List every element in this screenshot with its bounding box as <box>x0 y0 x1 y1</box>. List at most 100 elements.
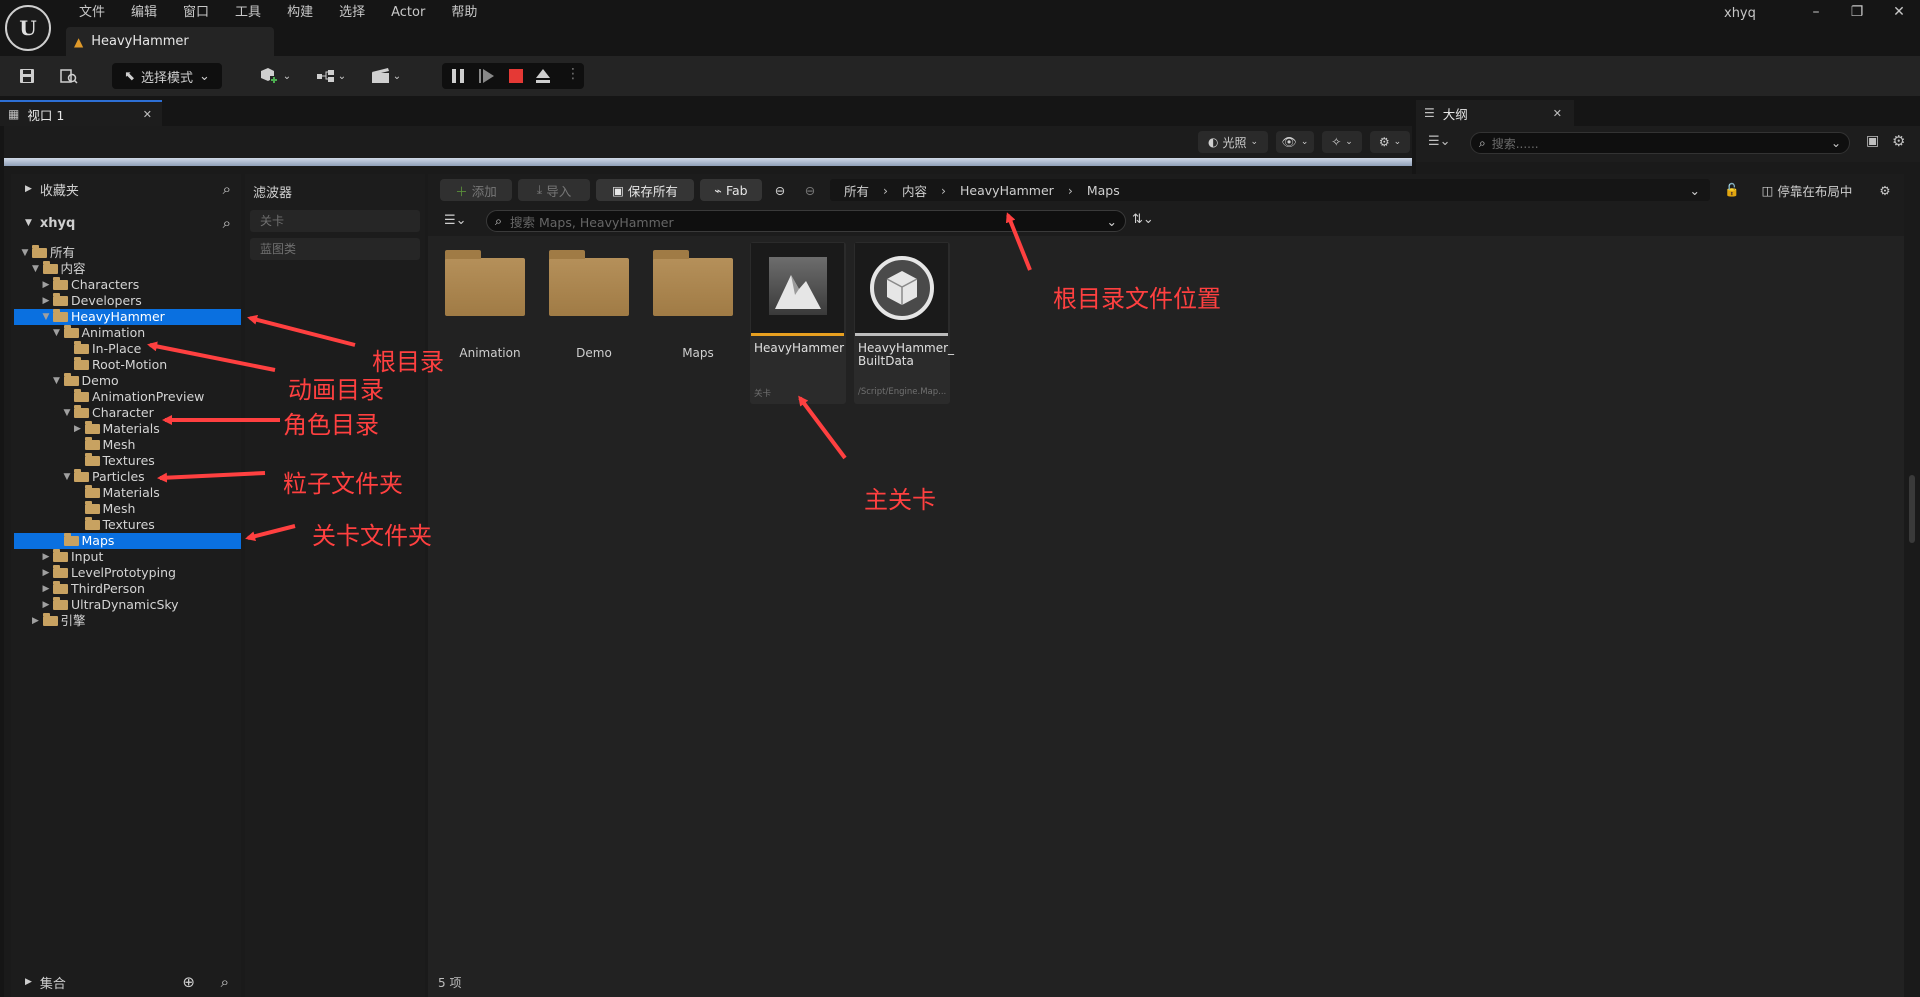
breadcrumb-maps[interactable]: Maps <box>1087 183 1120 198</box>
tree-item-demo[interactable]: ▼ Demo <box>14 373 241 389</box>
browse-icon[interactable] <box>56 63 82 89</box>
tree-item-thirdperson[interactable]: ▶ ThirdPerson <box>14 581 241 597</box>
filter-level[interactable]: 关卡 <box>250 210 420 232</box>
favorites-header[interactable]: ▶ 收藏夹 ⌕ <box>11 174 241 204</box>
chevron-down-icon[interactable]: ▼ <box>20 245 30 261</box>
chevron-down-icon[interactable]: ▼ <box>52 373 62 389</box>
save-icon[interactable] <box>14 63 40 89</box>
breadcrumb-heavyhammer[interactable]: HeavyHammer <box>960 183 1054 198</box>
chevron-right-icon[interactable]: ▶ <box>41 581 51 597</box>
menu-window[interactable]: 窗口 <box>170 2 222 24</box>
tree-item-maps[interactable]: Maps <box>14 533 241 549</box>
collections-header[interactable]: ▶ 集合 ⊕ ⌕ <box>11 967 241 997</box>
tree-item-mesh[interactable]: Mesh <box>14 501 241 517</box>
gear-icon[interactable]: ⚙ <box>1874 179 1896 201</box>
filter-icon[interactable]: ☰⌄ <box>1428 134 1451 149</box>
chevron-down-icon[interactable]: ⌄ <box>1690 183 1700 198</box>
chevron-down-icon[interactable]: ▼ <box>62 405 72 421</box>
menu-file[interactable]: 文件 <box>66 2 118 24</box>
tree-item-heavyhammer[interactable]: ▼ HeavyHammer <box>14 309 241 325</box>
outliner-tab[interactable]: ☰ 大纲 ✕ <box>1416 100 1574 126</box>
chevron-right-icon[interactable]: ▶ <box>31 613 41 629</box>
tree-item-引擎[interactable]: ▶ 引擎 <box>14 613 241 629</box>
viewport-realtime-button[interactable]: ✧ ⌄ <box>1322 131 1362 153</box>
show-flags-button[interactable]: 👁 ⌄ <box>1276 131 1314 153</box>
tree-item-character[interactable]: ▼ Character <box>14 405 241 421</box>
filter-icon[interactable]: ☰⌄ <box>444 213 467 228</box>
tree-item-animationpreview[interactable]: AnimationPreview <box>14 389 241 405</box>
pause-icon[interactable] <box>450 67 466 89</box>
menu-build[interactable]: 构建 <box>274 2 326 24</box>
asset-folder-maps[interactable]: Maps <box>650 244 746 404</box>
import-button[interactable]: ⤓ 导入 <box>518 179 590 201</box>
search-icon[interactable]: ⌕ <box>223 214 231 232</box>
gear-icon[interactable]: ⚙ <box>1892 132 1905 150</box>
save-all-button[interactable]: ▣ 保存所有 <box>596 179 694 201</box>
asset-folder-animation[interactable]: Animation <box>442 244 538 404</box>
chevron-right-icon[interactable]: ▶ <box>41 597 51 613</box>
tree-item-animation[interactable]: ▼ Animation <box>14 325 241 341</box>
tree-item-materials[interactable]: Materials <box>14 485 241 501</box>
more-options-icon[interactable]: ⋮ <box>566 66 580 82</box>
sort-icon[interactable]: ⇅⌄ <box>1132 212 1154 227</box>
unreal-logo-icon[interactable]: U <box>5 5 51 51</box>
tree-item-in-place[interactable]: In-Place <box>14 341 241 357</box>
restore-icon[interactable]: ❐ <box>1842 2 1872 22</box>
tree-item-root-motion[interactable]: Root-Motion <box>14 357 241 373</box>
forward-icon[interactable]: ⊖ <box>798 179 822 201</box>
filter-blueprint-class[interactable]: 蓝图类 <box>250 238 420 260</box>
tree-item-ultradynamicsky[interactable]: ▶ UltraDynamicSky <box>14 597 241 613</box>
mode-select-dropdown[interactable]: ⬉ 选择模式 ⌄ <box>112 63 222 89</box>
tree-item-developers[interactable]: ▶ Developers <box>14 293 241 309</box>
menu-select[interactable]: 选择 <box>326 2 378 24</box>
step-icon[interactable] <box>478 67 496 89</box>
asset-folder-demo[interactable]: Demo <box>546 244 642 404</box>
scrollbar[interactable] <box>1909 475 1915 543</box>
project-header[interactable]: ▼ xhyq ⌕ <box>11 208 241 238</box>
close-window-icon[interactable]: ✕ <box>1884 2 1914 22</box>
tree-item-textures[interactable]: Textures <box>14 517 241 533</box>
search-icon[interactable]: ⌕ <box>221 973 229 991</box>
menu-actor[interactable]: Actor <box>378 2 438 24</box>
chevron-right-icon[interactable]: ▶ <box>41 277 51 293</box>
menu-edit[interactable]: 编辑 <box>118 2 170 24</box>
lighting-mode-button[interactable]: ◐ 光照 ⌄ <box>1198 131 1268 153</box>
chevron-right-icon[interactable]: ▶ <box>73 421 83 437</box>
menu-help[interactable]: 帮助 <box>438 2 490 24</box>
tree-item-textures[interactable]: Textures <box>14 453 241 469</box>
chevron-down-icon[interactable]: ▼ <box>41 309 51 325</box>
chevron-down-icon[interactable]: ▼ <box>52 325 62 341</box>
tree-item-levelprototyping[interactable]: ▶ LevelPrototyping <box>14 565 241 581</box>
back-icon[interactable]: ⊖ <box>768 179 792 201</box>
breadcrumb-content[interactable]: 内容 <box>902 181 927 200</box>
fab-button[interactable]: ⌁ Fab <box>700 179 762 201</box>
add-collection-icon[interactable]: ⊕ <box>182 973 195 991</box>
dock-in-layout-button[interactable]: ◫ 停靠在布局中 <box>1752 179 1862 201</box>
tree-item-characters[interactable]: ▶ Characters <box>14 277 241 293</box>
asset-card-builtdata[interactable]: HeavyHammer_ BuiltData /Script/Engine.Ma… <box>854 242 954 404</box>
eject-icon[interactable] <box>534 67 552 89</box>
close-tab-icon[interactable]: ✕ <box>143 108 152 121</box>
chevron-right-icon[interactable]: ▶ <box>41 565 51 581</box>
viewport-tab[interactable]: ▦ 视口 1 ✕ <box>0 100 162 126</box>
asset-card-heavyhammer[interactable]: HeavyHammer 关卡 <box>750 242 846 404</box>
chevron-down-icon[interactable]: ▼ <box>62 469 72 485</box>
chevron-right-icon[interactable]: ▶ <box>41 549 51 565</box>
chevron-right-icon[interactable]: ▶ <box>41 293 51 309</box>
tree-item-input[interactable]: ▶ Input <box>14 549 241 565</box>
tree-item-particles[interactable]: ▼ Particles <box>14 469 241 485</box>
cinematics-button[interactable]: ⌄ <box>366 63 406 89</box>
tree-item-mesh[interactable]: Mesh <box>14 437 241 453</box>
viewport-settings-button[interactable]: ⚙ ⌄ <box>1370 131 1410 153</box>
add-folder-icon[interactable]: ▣ <box>1866 133 1879 149</box>
stop-icon[interactable] <box>508 68 524 88</box>
chevron-down-icon[interactable]: ▼ <box>31 261 41 277</box>
lock-icon[interactable]: 🔓 <box>1722 179 1742 201</box>
search-icon[interactable]: ⌕ <box>223 180 231 198</box>
breadcrumb-all[interactable]: 所有 <box>844 181 869 200</box>
tree-item-所有[interactable]: ▼ 所有 <box>14 245 241 261</box>
outliner-search-input[interactable]: ⌕ 搜索...... ⌄ <box>1470 132 1850 154</box>
asset-search-input[interactable]: ⌕ 搜索 Maps, HeavyHammer ⌄ <box>486 210 1126 232</box>
viewport-scene[interactable] <box>4 158 1412 166</box>
blueprint-button[interactable]: ⌄ <box>312 63 350 89</box>
